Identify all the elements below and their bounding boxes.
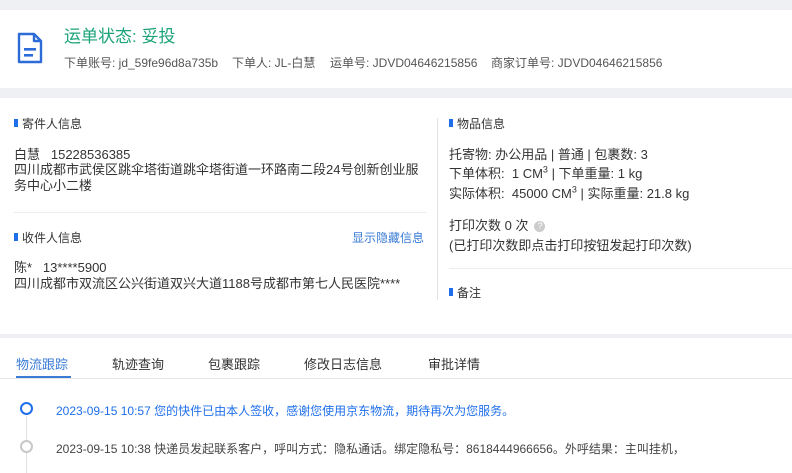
- order-info-panel: [0, 98, 792, 334]
- tab-approval-details[interactable]: 审批详情: [428, 354, 480, 373]
- event-text: 您的快件已由本人签收，感谢您使用京东物流，期待再次为您服务。: [154, 404, 515, 418]
- tab-modification-log[interactable]: 修改日志信息: [304, 354, 382, 373]
- document-icon: [17, 32, 43, 64]
- timeline-dot: [20, 440, 33, 453]
- cubic-superscript: 3: [571, 184, 577, 195]
- waybill-number: 运单号: JDVD04646215856: [330, 56, 478, 70]
- merchant-order-number: 商家订单号: JDVD04646215856: [491, 56, 663, 70]
- help-icon[interactable]: ?: [534, 221, 546, 232]
- sender-phone: 15228536385: [50, 147, 131, 162]
- cubic-superscript: 3: [542, 164, 548, 175]
- section-marker: [14, 233, 18, 241]
- event-time: 2023-09-15 10:57: [56, 404, 151, 418]
- sender-contact: 白慧 15228536385: [14, 144, 130, 163]
- divider: [14, 212, 426, 213]
- order-account: 下单账号: jd_59fe96d8a735b: [64, 56, 219, 70]
- print-count-note: (已打印次数即点击打印按钮发起打印次数): [449, 238, 692, 253]
- timeline-event: 2023-09-15 10:57 您的快件已由本人签收，感谢您使用京东物流，期待…: [56, 402, 514, 419]
- column-divider: [437, 118, 438, 300]
- event-time: 2023-09-15 10:38: [56, 442, 151, 456]
- divider: [449, 268, 792, 269]
- sender-address: 四川成都市武侯区跳伞塔街道跳伞塔街道一环路南二段24号创新创业服务中心小二楼: [14, 162, 419, 193]
- order-volume-weight: 下单体积: 1 CM3 | 下单重量: 1 kg: [449, 164, 643, 181]
- receiver-contact: 陈* 13****5900: [14, 257, 107, 276]
- section-marker: [14, 119, 18, 127]
- section-marker: [449, 288, 453, 296]
- section-marker: [449, 119, 453, 127]
- print-count: 打印次数 0 次?: [449, 215, 546, 234]
- status-label: 运单状态:: [64, 27, 137, 46]
- tab-trajectory-query[interactable]: 轨迹查询: [112, 354, 164, 373]
- status-value: 妥投: [141, 27, 176, 46]
- receiver-name: 陈*: [14, 260, 33, 275]
- event-text: 快递员发起联系客户，呼叫方式：隐私通话。绑定隐私号：8618444966656。…: [154, 442, 685, 456]
- goods-summary: 托寄物: 办公用品 | 普通 | 包裹数: 3: [449, 147, 648, 162]
- tab-logistics-tracking[interactable]: 物流跟踪: [16, 354, 68, 373]
- remark-section-title: 备注: [449, 284, 481, 301]
- actual-volume-weight: 实际体积: 45000 CM3 | 实际重量: 21.8 kg: [449, 184, 690, 201]
- receiver-phone: 13****5900: [42, 260, 107, 275]
- tabs-divider: [0, 378, 792, 379]
- sender-name: 白慧: [14, 147, 41, 162]
- show-hidden-info-link[interactable]: 显示隐藏信息: [352, 229, 424, 246]
- order-person: 下单人: JL-白慧: [232, 56, 316, 70]
- tab-package-tracking[interactable]: 包裹跟踪: [208, 354, 260, 373]
- receiver-address: 四川成都市双流区公兴街道双兴大道1188号成都市第七人民医院****: [14, 276, 401, 291]
- goods-section-title: 物品信息: [449, 115, 505, 132]
- waybill-status: 运单状态: 妥投: [64, 22, 175, 47]
- sender-section-title: 寄件人信息: [14, 115, 82, 132]
- timeline-dot-current: [20, 402, 33, 415]
- timeline-event: 2023-09-15 10:38 快递员发起联系客户，呼叫方式：隐私通话。绑定隐…: [56, 440, 685, 457]
- receiver-section-title: 收件人信息: [14, 229, 82, 246]
